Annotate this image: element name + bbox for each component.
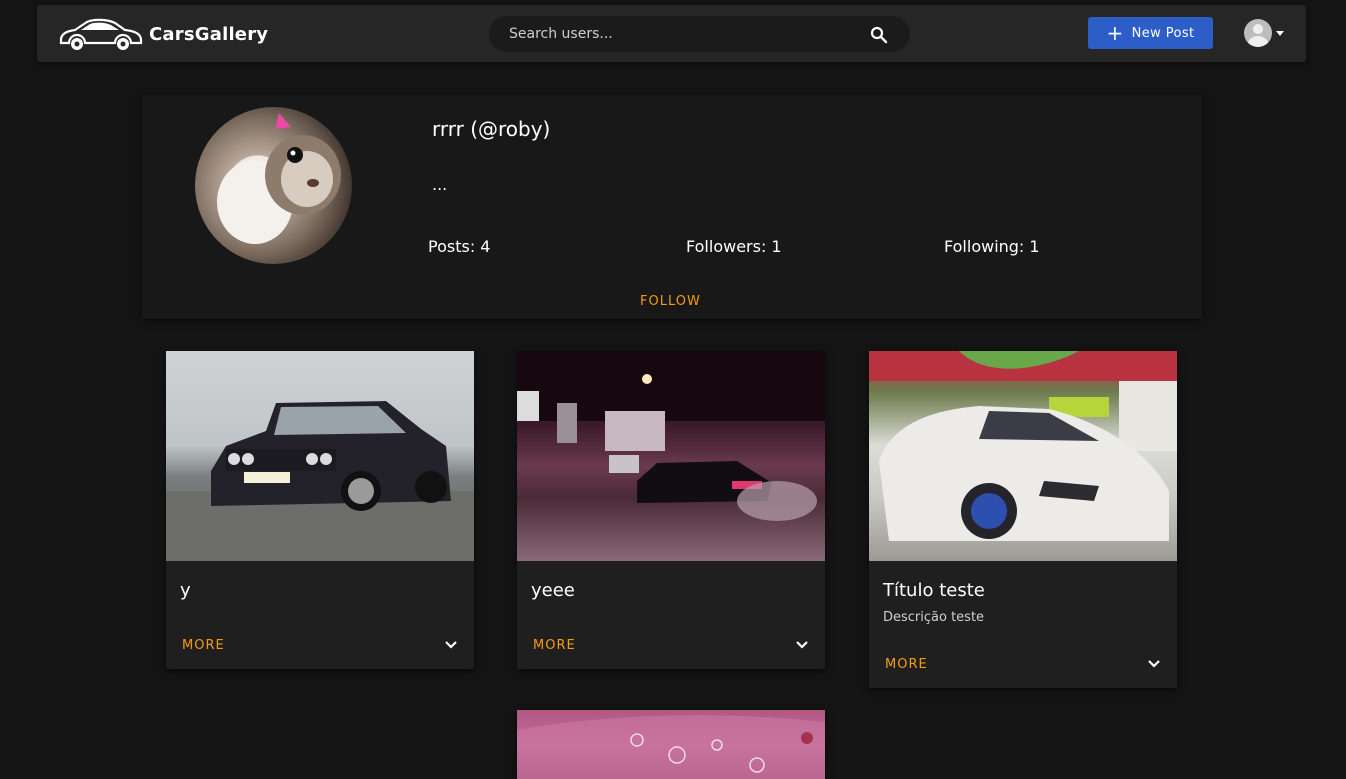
chevron-down-icon[interactable] (1147, 657, 1161, 671)
search-icon[interactable] (870, 26, 888, 44)
posts-count: Posts: 4 (428, 237, 491, 256)
car-photo-icon (517, 715, 825, 779)
account-menu-button[interactable] (1244, 19, 1284, 47)
car-logo-icon (59, 18, 143, 50)
post-card[interactable] (517, 710, 825, 779)
more-button[interactable]: MORE (533, 638, 576, 653)
car-photo-icon (166, 401, 474, 561)
followers-count[interactable]: Followers: 1 (686, 237, 782, 256)
post-title: yeee (531, 580, 575, 601)
post-image[interactable] (869, 351, 1177, 561)
brand-link[interactable]: CarsGallery (57, 14, 268, 54)
caret-down-icon (1276, 30, 1284, 36)
profile-card: rrrr (@roby) ... Posts: 4 Followers: 1 F… (142, 95, 1202, 319)
post-card[interactable]: y MORE (166, 351, 474, 669)
post-title: Título teste (883, 580, 985, 601)
post-card[interactable]: yeee MORE (517, 351, 825, 669)
plus-icon: + (1106, 21, 1124, 45)
user-avatar-icon (1244, 19, 1272, 47)
cat-photo-icon (217, 113, 341, 244)
car-photo-icon (517, 351, 825, 521)
follow-button[interactable]: FOLLOW (640, 294, 701, 309)
post-title: y (180, 580, 191, 601)
post-image[interactable] (517, 710, 825, 779)
car-photo-icon (869, 351, 1177, 541)
following-count[interactable]: Following: 1 (944, 237, 1040, 256)
profile-bio: ... (432, 175, 448, 194)
post-image[interactable] (166, 351, 474, 561)
new-post-button[interactable]: + New Post (1088, 17, 1213, 49)
post-description: Descrição teste (883, 610, 985, 625)
post-card[interactable]: Título teste Descrição teste MORE (869, 351, 1177, 688)
post-image[interactable] (517, 351, 825, 561)
search-input[interactable] (509, 16, 849, 52)
brand-name: CarsGallery (149, 23, 269, 45)
chevron-down-icon[interactable] (795, 638, 809, 652)
profile-name: rrrr (@roby) (432, 117, 551, 141)
search-bar (489, 16, 910, 52)
profile-avatar (195, 107, 352, 264)
more-button[interactable]: MORE (182, 638, 225, 653)
more-button[interactable]: MORE (885, 657, 928, 672)
new-post-label: New Post (1131, 25, 1195, 41)
chevron-down-icon[interactable] (444, 638, 458, 652)
top-navbar: CarsGallery + New Post (37, 5, 1306, 62)
